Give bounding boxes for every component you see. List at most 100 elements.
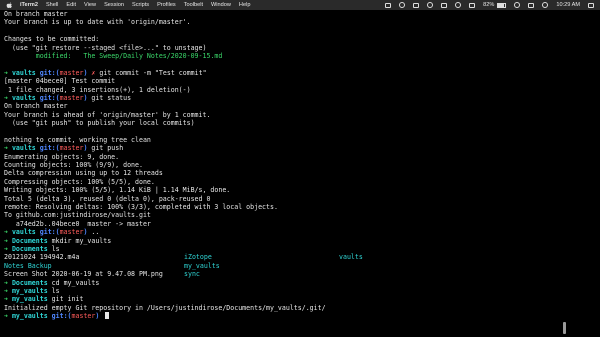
prompt-line: ➜ Documents cd my_vaults	[4, 279, 596, 287]
prompt-arrow-icon: ➜	[4, 68, 12, 77]
ls-entry: Notes Backup	[4, 261, 52, 270]
terminal-line: Writing objects: 100% (5/5), 1.14 KiB | …	[4, 186, 231, 195]
menu-view[interactable]: View	[84, 2, 96, 8]
prompt-cwd: my_vaults	[11, 286, 48, 295]
prompt-command: ..	[87, 228, 100, 237]
battery-icon[interactable]	[497, 2, 507, 8]
menu-app-name[interactable]: iTerm2	[20, 2, 38, 8]
text-cursor[interactable]	[105, 312, 110, 320]
ls-row: 20121024 194942.m4a iZotope vaults	[4, 253, 596, 261]
prompt-command	[99, 312, 103, 320]
menu-scripts[interactable]: Scripts	[132, 2, 149, 8]
prompt-line: ➜ vaults git:(master) git status	[4, 94, 596, 102]
prompt-arrow-icon: ➜	[4, 244, 12, 253]
volume-icon[interactable]	[469, 2, 476, 8]
status-icon[interactable]	[399, 2, 406, 8]
menu-session[interactable]: Session	[104, 2, 124, 8]
prompt-command: cd my_vaults	[47, 278, 100, 287]
prompt-line[interactable]: ➜ my_vaults git:(master)	[4, 312, 596, 320]
terminal-line: Your branch is ahead of 'origin/master' …	[4, 110, 211, 119]
git-label: git:(	[39, 93, 60, 102]
terminal-line: remote: Resolving deltas: 100% (3/3), co…	[4, 202, 278, 211]
prompt-line: ➜ Documents mkdir my_vaults	[4, 237, 596, 245]
prompt-arrow-icon: ➜	[4, 144, 12, 153]
scrollbar-thumb[interactable]	[563, 322, 566, 334]
menu-window[interactable]: Window	[211, 2, 231, 8]
menu-toolbelt[interactable]: Toolbelt	[184, 2, 203, 8]
menu-profiles[interactable]: Profiles	[157, 2, 176, 8]
prompt-arrow-icon: ➜	[4, 278, 12, 287]
prompt-cwd: vaults	[11, 228, 36, 237]
clock[interactable]: 10:29 AM	[556, 2, 580, 8]
search-icon[interactable]	[542, 2, 549, 8]
prompt-arrow-icon: ➜	[4, 228, 12, 237]
prompt-cwd: my_vaults	[11, 295, 48, 304]
terminal-line: modified: The Sweep/Daily Notes/2020-09-…	[4, 52, 596, 60]
apple-icon[interactable]	[6, 1, 12, 9]
terminal-line: (use "git restore --staged <file>..." to…	[4, 43, 207, 52]
git-branch: master	[59, 228, 84, 237]
terminal-line: (use "git push" to publish your local co…	[4, 119, 195, 128]
prompt-command: git push	[87, 144, 124, 153]
ls-entry: vaults	[339, 253, 363, 262]
prompt-cwd: vaults	[11, 68, 36, 77]
prompt-cwd: Documents	[11, 278, 48, 287]
ls-row: Notes Backup my_vaults	[4, 262, 596, 270]
terminal-line: nothing to commit, working tree clean	[4, 135, 151, 144]
git-branch: master	[59, 144, 84, 153]
terminal-line: 1 file changed, 3 insertions(+), 1 delet…	[4, 85, 191, 94]
terminal-line: Compressing objects: 100% (5/5), done.	[4, 177, 155, 186]
prompt-arrow-icon: ➜	[4, 236, 12, 245]
prompt-line: ➜ Documents ls	[4, 245, 596, 253]
sync-icon[interactable]	[427, 2, 434, 8]
prompt-cwd: Documents	[11, 244, 48, 253]
dropbox-icon[interactable]	[385, 2, 392, 8]
display-icon[interactable]	[413, 2, 420, 8]
terminal-line: Delta compression using up to 12 threads	[4, 169, 163, 178]
prompt-command: ls	[47, 286, 60, 295]
prompt-arrow-icon: ➜	[4, 93, 12, 102]
modified-file: The Sweep/Daily Notes/2020-09-15.md	[83, 51, 223, 60]
git-label: git:(	[51, 312, 72, 321]
prompt-command: ls	[47, 244, 60, 253]
prompt-command: git init	[47, 295, 84, 304]
terminal-line: Enumerating objects: 9, done.	[4, 152, 120, 161]
ls-row: Screen Shot 2020-06-19 at 9.47.08 PM.png…	[4, 270, 596, 278]
user-icon[interactable]	[528, 2, 535, 8]
prompt-arrow-icon: ➜	[4, 286, 12, 295]
bluetooth-icon[interactable]	[455, 2, 462, 8]
clipboard-icon[interactable]	[441, 2, 448, 8]
terminal-line: To github.com:justindirose/vaults.git	[4, 211, 151, 220]
terminal-line: a74ed2b..04bece0 master -> master	[4, 219, 151, 228]
prompt-line: ➜ my_vaults ls	[4, 287, 596, 295]
terminal-output[interactable]: On branch master Your branch is up to da…	[0, 10, 600, 337]
prompt-cwd: my_vaults	[11, 312, 48, 321]
git-branch: master	[59, 68, 84, 77]
prompt-command: git status	[87, 93, 132, 102]
prompt-line: ➜ my_vaults git init	[4, 295, 596, 303]
terminal-line: Your branch is up to date with 'origin/m…	[4, 18, 191, 27]
git-label: git:(	[39, 144, 60, 153]
ls-entry: 20121024 194942.m4a	[4, 253, 80, 262]
prompt-arrow-icon: ➜	[4, 295, 12, 304]
prompt-command: git commit -m "Test commit"	[95, 68, 207, 77]
wifi-icon[interactable]	[514, 2, 521, 8]
modified-label: modified:	[4, 51, 84, 60]
prompt-line: ➜ vaults git:(master) ..	[4, 228, 596, 236]
terminal-line: On branch master	[4, 102, 68, 111]
menu-bar: iTerm2 Shell Edit View Session Scripts P…	[0, 0, 600, 10]
prompt-arrow-icon: ➜	[4, 312, 12, 321]
terminal-line: Changes to be committed:	[4, 35, 100, 44]
git-label: git:(	[39, 68, 60, 77]
terminal-line: Counting objects: 100% (9/9), done.	[4, 161, 143, 170]
ls-entry: sync	[184, 270, 200, 279]
ls-entry: Screen Shot 2020-06-19 at 9.47.08 PM.png	[4, 270, 163, 279]
control-center-icon[interactable]	[588, 2, 594, 8]
git-branch: master	[71, 312, 96, 321]
menu-help[interactable]: Help	[239, 2, 251, 8]
menu-edit[interactable]: Edit	[66, 2, 76, 8]
menu-shell[interactable]: Shell	[46, 2, 58, 8]
prompt-command: mkdir my_vaults	[47, 236, 112, 245]
